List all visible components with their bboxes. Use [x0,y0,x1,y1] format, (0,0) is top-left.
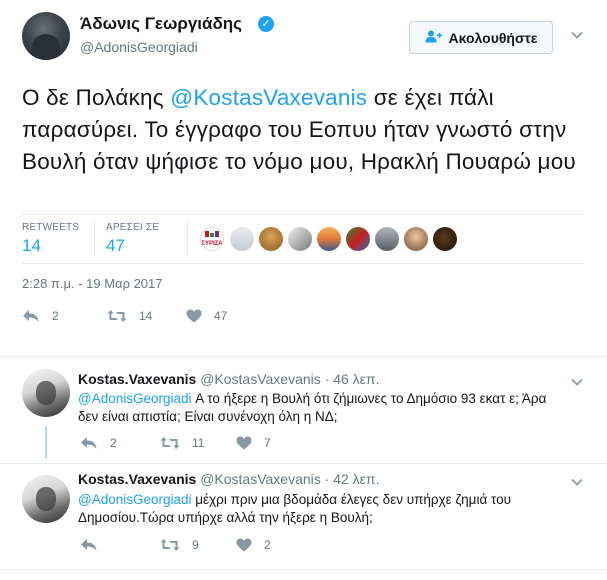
follow-button[interactable]: Ακολουθήστε [409,21,553,54]
divider [94,222,95,256]
avatar[interactable] [22,12,70,60]
liker-avatar[interactable] [346,227,370,251]
reply-time[interactable]: 46 λεπ. [333,371,379,387]
like-button[interactable]: 47 [186,309,227,323]
like-count: 2 [264,538,271,552]
liker-avatar[interactable] [404,227,428,251]
like-stat[interactable]: ΑΡΕΣΕΙ ΣΕ 47 [106,222,159,256]
divider [0,463,607,464]
like-count: 7 [264,436,271,450]
chevron-down-icon[interactable] [570,375,584,389]
follow-button-label: Ακολουθήστε [448,29,538,46]
retweet-count: 14 [139,309,153,323]
liker-badge-text: ΣΥΡΙΖΑ [201,240,223,247]
liker-avatar[interactable] [230,227,254,251]
reply-time[interactable]: 42 λεπ. [333,471,379,487]
thread-line [45,426,47,458]
reply-button[interactable]: 2 [22,309,59,323]
reply-count: 2 [110,436,117,450]
retweet-icon [107,310,127,322]
reply-separator: · [324,371,330,387]
liker-avatar[interactable] [317,227,341,251]
liker-avatar[interactable] [375,227,399,251]
retweet-button[interactable]: 11 [160,436,204,450]
verified-badge-icon: ✓ [258,16,274,32]
retweet-count: 9 [192,538,199,552]
like-button[interactable]: 7 [236,436,271,450]
liker-avatar[interactable] [259,227,283,251]
stat-value: 14 [22,236,41,255]
liker-avatar[interactable] [288,227,312,251]
retweet-count: 11 [192,436,205,450]
like-count: 47 [214,309,228,323]
liker-avatar[interactable] [433,227,457,251]
retweet-stat[interactable]: RETWEETS 14 [22,222,79,256]
reply-author-handle: @KostasVaxevanis [200,371,321,387]
chevron-down-icon[interactable] [570,28,584,42]
reply-arrow-icon [81,539,97,551]
reply-author-handle: @KostasVaxevanis [200,471,321,487]
mention-link[interactable]: @KostasVaxevanis [170,85,367,110]
reply-author-name: Kostas.Vaxevanis [78,471,197,487]
heart-icon [236,436,252,450]
retweet-button[interactable]: 9 [160,538,199,552]
like-button[interactable]: 2 [236,538,271,552]
reply-arrow-icon [81,437,97,449]
reply-author[interactable]: Kostas.Vaxevanis @KostasVaxevanis · 46 λ… [78,371,379,387]
divider [22,263,584,264]
reply-button[interactable]: 2 [80,436,117,450]
reply-arrow-icon [23,310,39,322]
divider [187,222,188,256]
tweet-timestamp[interactable]: 2:28 π.μ. - 19 Μαρ 2017 [22,276,163,291]
avatar[interactable] [22,475,70,523]
retweet-icon [160,539,180,551]
reply-button[interactable] [80,538,110,552]
author-handle[interactable]: @AdonisGeorgiadi [80,39,198,55]
liker-avatar[interactable]: ΣΥΡΙΖΑ [200,227,224,251]
divider [0,569,607,570]
retweet-button[interactable]: 14 [107,309,152,323]
heart-icon [236,538,252,552]
tweet-text-part: Ο δε Πολάκης [22,85,171,110]
syriza-logo-icon [205,230,219,237]
avatar[interactable] [22,369,70,417]
mention-link[interactable]: @AdonisGeorgiadi [78,391,192,406]
reply-text: @AdonisGeorgiadi Α το ήξερε η Βουλή ότι … [78,390,548,426]
divider [0,356,607,357]
reply-separator: · [324,471,330,487]
stat-label: ΑΡΕΣΕΙ ΣΕ [106,222,160,233]
divider [22,214,584,215]
heart-icon [186,309,202,323]
chevron-down-icon[interactable] [570,475,584,489]
tweet-text: Ο δε Πολάκης @KostasVaxevanis σε έχει πά… [22,82,592,178]
main-tweet: Άδωνις Γεωργιάδης ✓ @AdonisGeorgiadi Ακο… [0,0,607,356]
reply-count: 2 [52,309,59,323]
retweet-icon [160,437,180,449]
reply-author-name: Kostas.Vaxevanis [78,371,197,387]
mention-link[interactable]: @AdonisGeorgiadi [78,492,192,507]
stat-value: 47 [106,236,125,255]
reply-text: @AdonisGeorgiadi μέχρι πριν μια βδομάδα … [78,491,548,527]
author-name[interactable]: Άδωνις Γεωργιάδης [80,14,242,34]
reply-author[interactable]: Kostas.Vaxevanis @KostasVaxevanis · 42 λ… [78,471,379,487]
add-user-icon [425,30,442,46]
stat-label: RETWEETS [22,222,80,233]
